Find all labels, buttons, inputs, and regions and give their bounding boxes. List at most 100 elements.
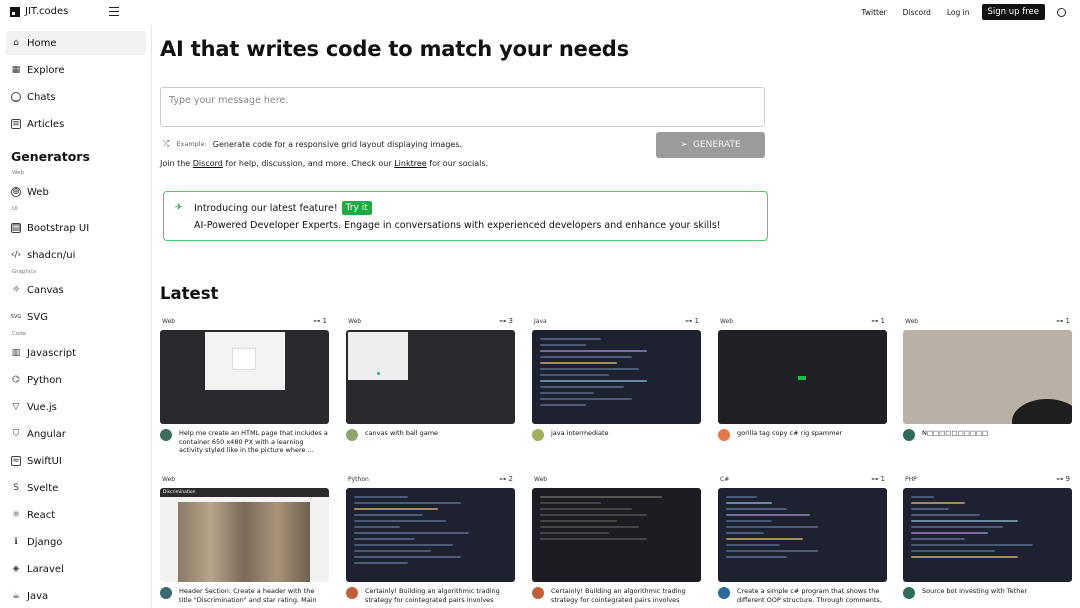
card-thumbnail[interactable] — [718, 330, 887, 424]
avatar[interactable] — [903, 587, 915, 599]
discord-link[interactable]: Discord — [903, 8, 931, 17]
feature-banner: ✈ Introducing our latest feature! Try it… — [163, 191, 768, 241]
twitter-link[interactable]: Twitter — [862, 8, 887, 17]
card-thumbnail[interactable] — [903, 330, 1072, 424]
sidebar-item-chats[interactable]: ‿ Chats — [6, 85, 146, 109]
sidebar-item-javascript[interactable]: ▥ Javascript — [6, 341, 146, 365]
avatar[interactable] — [160, 587, 172, 599]
eye-icon: ⊶ — [499, 317, 509, 325]
card-title[interactable]: java intermediate — [551, 429, 701, 438]
discord-link[interactable]: Discord — [193, 159, 223, 168]
card-title[interactable]: N□□□□□□□□□□ — [922, 429, 1072, 438]
coffee-icon: ☕ — [11, 591, 21, 601]
join-mid: for help, discussion, and more. Check ou… — [225, 159, 392, 168]
sidebar-item-canvas[interactable]: ☼ Canvas — [6, 278, 146, 302]
vue-icon: ▽ — [12, 402, 20, 412]
main-content: AI that writes code to match your needs … — [160, 25, 1080, 608]
prompt-input[interactable]: Type your message here. — [160, 87, 765, 127]
example-row: ⤮ Example: Generate code for a responsiv… — [163, 139, 462, 149]
card-title[interactable]: Certainly! Building an algorithmic tradi… — [365, 587, 515, 604]
join-pre: Join the — [160, 159, 191, 168]
card-likes: ⊶ 1 — [313, 317, 327, 325]
menu-icon[interactable] — [109, 7, 119, 16]
group-label-code: Code — [12, 331, 27, 337]
example-text[interactable]: Generate code for a responsive grid layo… — [213, 140, 462, 149]
card-thumbnail[interactable] — [903, 488, 1072, 582]
shuffle-icon[interactable]: ⤮ — [163, 139, 169, 149]
avatar[interactable] — [532, 429, 544, 441]
card-likes: ⊶ 1 — [871, 317, 885, 325]
sidebar-item-angular[interactable]: ⛉ Angular — [6, 422, 146, 446]
sidebar-item-label: Angular — [27, 428, 66, 440]
sidebar-item-label: Laravel — [27, 563, 64, 575]
sidebar-item-django[interactable]: ℹ Django — [6, 530, 146, 554]
card-language: C# — [720, 476, 730, 483]
card-title[interactable]: Header Section: Create a header with the… — [179, 587, 329, 604]
brand[interactable]: JIT.codes — [10, 6, 68, 17]
sidebar-item-python[interactable]: ⌬ Python — [6, 368, 146, 392]
eye-icon: ⊶ — [313, 317, 323, 325]
card-thumbnail[interactable] — [718, 488, 887, 582]
document-icon: ≡ — [11, 119, 21, 129]
javascript-icon: ▥ — [11, 348, 21, 358]
card-thumbnail[interactable]: Discrimination — [160, 488, 329, 582]
card-likes: ⊶ 1 — [871, 475, 885, 483]
linktree-link[interactable]: Linktree — [394, 159, 426, 168]
sidebar-item-label: Web — [27, 186, 49, 198]
login-link[interactable]: Log in — [947, 8, 970, 17]
card-likes-count: 1 — [880, 475, 885, 483]
avatar[interactable] — [346, 429, 358, 441]
sidebar-item-svelte[interactable]: S Svelte — [6, 476, 146, 500]
avatar[interactable] — [718, 587, 730, 599]
sidebar-item-react[interactable]: ⚛ React — [6, 503, 146, 527]
avatar[interactable] — [346, 587, 358, 599]
card-thumbnail[interactable] — [346, 488, 515, 582]
card-thumbnail[interactable] — [160, 330, 329, 424]
sidebar-item-home[interactable]: ⌂ Home — [6, 31, 146, 55]
eye-icon: ⊶ — [685, 317, 695, 325]
signup-button[interactable]: Sign up free — [981, 4, 1045, 20]
globe-icon: ⊕ — [11, 187, 21, 197]
sidebar-item-shadcn[interactable]: ‹/› shadcn/ui — [6, 243, 146, 267]
sidebar-item-label: SwiftUI — [27, 455, 62, 467]
card-title[interactable]: canvas with ball game — [365, 429, 515, 438]
card-likes-count: 1 — [880, 317, 885, 325]
card-likes-count: 3 — [508, 317, 513, 325]
card-title[interactable]: Certainly! Building an algorithmic tradi… — [551, 587, 701, 604]
avatar[interactable] — [903, 429, 915, 441]
sidebar-item-bootstrap[interactable]: ▤ Bootstrap UI — [6, 216, 146, 240]
card-likes: ⊶ 3 — [499, 317, 513, 325]
card-title[interactable]: gorilla tag copy c# rig spammer — [737, 429, 887, 438]
card-title[interactable]: Help me create an HTML page that include… — [179, 429, 329, 455]
feature-title: Introducing our latest feature! Try it — [194, 201, 372, 215]
sidebar-item-laravel[interactable]: ◈ Laravel — [6, 557, 146, 581]
sidebar-item-label: Java — [27, 590, 49, 602]
sidebar-item-web[interactable]: ⊕ Web — [6, 180, 146, 204]
sidebar-item-label: Bootstrap UI — [27, 222, 90, 234]
sidebar-item-svg[interactable]: SVG SVG — [6, 305, 146, 329]
eye-icon: ⊶ — [871, 317, 881, 325]
card-title[interactable]: Create a simple c# program that shows th… — [737, 587, 887, 604]
try-it-button[interactable]: Try it — [341, 201, 372, 215]
card-thumbnail[interactable] — [532, 330, 701, 424]
card-title[interactable]: Source bot investing with Tether — [922, 587, 1072, 596]
card-language: Web — [162, 318, 176, 325]
avatar[interactable] — [160, 429, 172, 441]
sidebar-item-label: Home — [27, 37, 57, 49]
avatar[interactable] — [532, 587, 544, 599]
group-label-web: Web — [12, 170, 24, 176]
generators-title: Generators — [11, 149, 90, 164]
theme-toggle-icon[interactable] — [1057, 7, 1066, 17]
card-thumbnail[interactable] — [346, 330, 515, 424]
sidebar-item-vue[interactable]: ▽ Vue.js — [6, 395, 146, 419]
sidebar: ⌂ Home ▦ Explore ‿ Chats ≡ Articles Gene… — [0, 25, 152, 608]
card-thumbnail[interactable] — [532, 488, 701, 582]
sidebar-item-java[interactable]: ☕ Java — [6, 584, 146, 608]
sidebar-item-articles[interactable]: ≡ Articles — [6, 112, 146, 136]
top-links: Twitter Discord Log in Sign up free — [846, 4, 1066, 20]
sidebar-item-explore[interactable]: ▦ Explore — [6, 58, 146, 82]
eye-icon: ⊶ — [871, 475, 881, 483]
generate-button[interactable]: ➢ GENERATE — [656, 132, 765, 158]
sidebar-item-swiftui[interactable]: ≈ SwiftUI — [6, 449, 146, 473]
avatar[interactable] — [718, 429, 730, 441]
